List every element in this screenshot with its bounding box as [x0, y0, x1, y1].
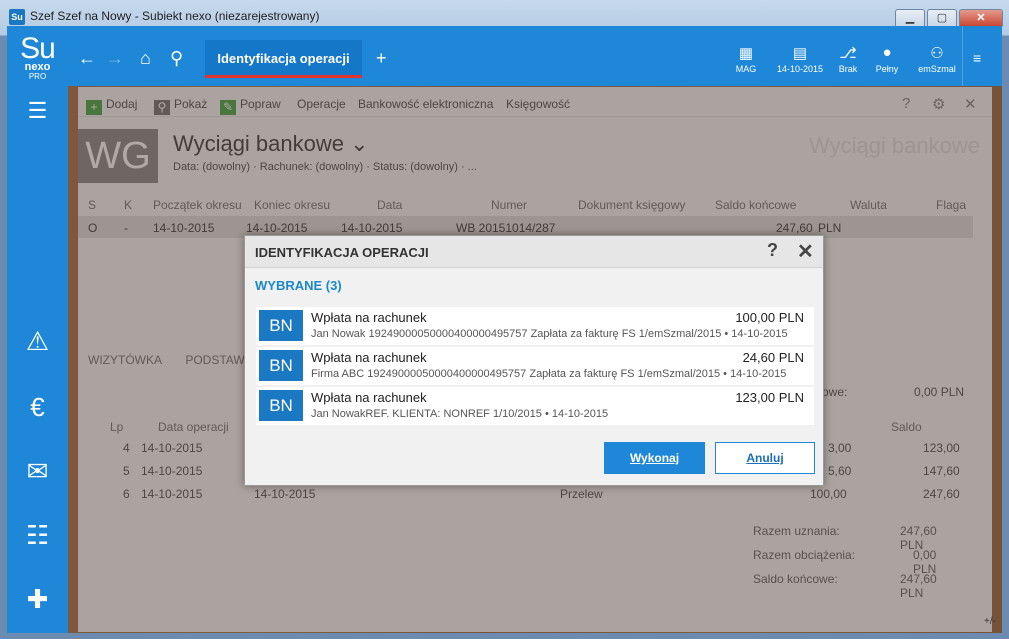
health-icon[interactable]: ✚	[7, 584, 68, 615]
hamburger-menu-icon[interactable]: ☰	[7, 98, 68, 124]
topbar-item-mag[interactable]: ▦ MAG	[723, 44, 769, 74]
selected-section-title: WYBRANE (3)	[255, 278, 342, 293]
bank-note-badge: BN	[259, 390, 303, 421]
operation-item[interactable]: BN Wpłata na rachunek 24,60 PLN Firma AB…	[256, 347, 814, 385]
dialog-title: IDENTYFIKACJA OPERACJI	[255, 245, 429, 260]
certificate-icon[interactable]: ☷	[7, 520, 68, 551]
operation-item[interactable]: BN Wpłata na rachunek 123,00 PLN Jan Now…	[256, 387, 814, 425]
app-icon: Su	[9, 9, 25, 25]
circles-icon: ●	[882, 44, 892, 61]
forward-arrow-icon[interactable]: →	[106, 48, 124, 69]
app-logo: Su nexo PRO	[20, 32, 56, 81]
identify-operations-dialog: IDENTYFIKACJA OPERACJI ? ✕ WYBRANE (3) B…	[244, 235, 824, 486]
window-title: Szef Szef na Nowy - Subiekt nexo (niezar…	[30, 9, 320, 23]
help-icon[interactable]: ?	[767, 240, 778, 261]
dialog-header: IDENTYFIKACJA OPERACJI ? ✕	[245, 236, 823, 268]
topbar-item-emszmal[interactable]: ⚇ emSzmal	[914, 44, 960, 74]
calendar-icon: ▤	[792, 45, 808, 62]
back-arrow-icon[interactable]: ←	[78, 48, 96, 69]
add-tab-icon[interactable]: +	[376, 48, 387, 69]
resize-indicator: +/-	[984, 616, 996, 627]
close-icon[interactable]: ✕	[797, 239, 814, 264]
topbar-item-date[interactable]: ▤ 14-10-2015	[774, 44, 826, 74]
left-sidebar: Su nexo PRO ☰ ⚠ € ✉ ☷ ✚	[7, 26, 68, 633]
building-icon: ▦	[738, 45, 754, 62]
menu-icon[interactable]: ≡	[973, 50, 981, 66]
operation-item[interactable]: BN Wpłata na rachunek 100,00 PLN Jan Now…	[256, 307, 814, 345]
execute-button[interactable]: Wykonaj	[604, 442, 705, 474]
money-icon[interactable]: €	[7, 392, 68, 423]
alert-icon[interactable]: ⚠	[7, 326, 68, 357]
topbar-item-pelny[interactable]: ● Pełny	[864, 44, 910, 74]
network-icon: ⚇	[930, 45, 944, 62]
tab-identyfikacja-operacji[interactable]: Identyfikacja operacji	[205, 40, 362, 78]
bank-note-badge: BN	[259, 310, 303, 341]
top-toolbar: ← → ⌂ ⚲ Identyfikacja operacji + ▦ MAG ▤…	[68, 26, 1002, 86]
home-icon[interactable]: ⌂	[140, 48, 151, 69]
cancel-button[interactable]: Anuluj	[715, 442, 815, 474]
bank-note-badge: BN	[259, 350, 303, 381]
search-icon[interactable]: ⚲	[170, 48, 183, 69]
mail-icon[interactable]: ✉	[7, 456, 68, 487]
toolbar-separator	[962, 26, 963, 86]
